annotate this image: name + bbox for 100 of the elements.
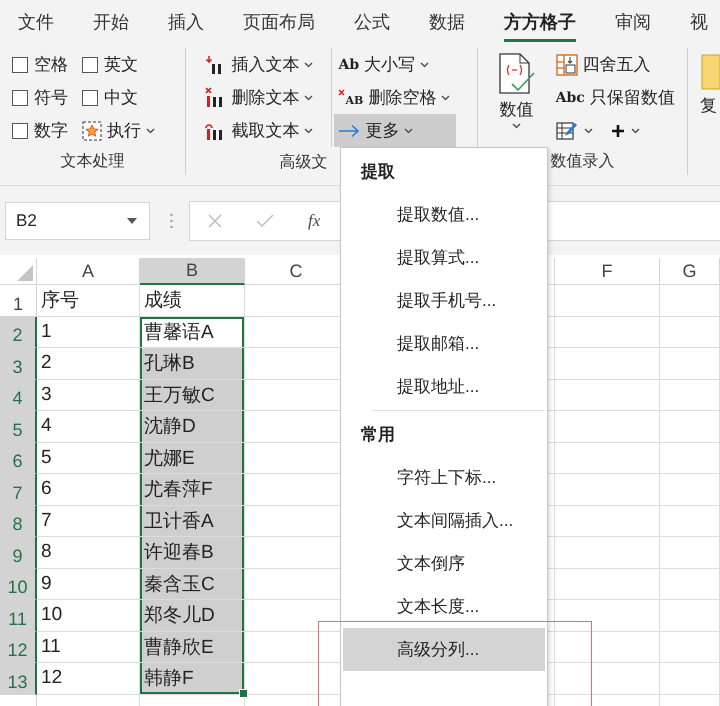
caret-icon <box>304 128 314 134</box>
row-header[interactable]: 1 <box>0 285 37 316</box>
table-cell[interactable]: 曹馨语A <box>140 316 245 348</box>
dropdown-button[interactable]: Ab 大小写 <box>334 48 456 81</box>
select-all-icon[interactable] <box>17 265 33 281</box>
column-header[interactable]: F <box>555 258 660 285</box>
name-box[interactable]: B2 <box>5 202 150 240</box>
dropdown-button[interactable] <box>610 124 640 138</box>
table-cell[interactable] <box>660 316 720 348</box>
table-cell[interactable] <box>660 348 720 380</box>
ribbon-button[interactable]: Abc 只保留数值 <box>552 81 681 114</box>
table-cell[interactable] <box>555 442 660 474</box>
table-cell[interactable]: 沈静D <box>140 411 245 442</box>
ribbon-button[interactable]: 四舍五入 <box>552 48 681 81</box>
table-cell[interactable] <box>555 568 660 600</box>
dropdown-button[interactable]: AB 删除空格 <box>334 81 456 114</box>
menu-item[interactable]: 高级分列... <box>343 628 545 671</box>
checkbox[interactable]: 中文 <box>82 81 155 114</box>
row-header[interactable]: 8 <box>0 506 37 537</box>
cancel-icon[interactable] <box>208 214 222 228</box>
ribbon-tab[interactable]: 公式 <box>354 0 390 42</box>
menu-item[interactable]: 字符上下标... <box>343 456 545 499</box>
menu-item[interactable]: 文本长度... <box>343 585 545 628</box>
menu-item[interactable]: 文本间隔插入... <box>343 499 545 542</box>
insert-function-button[interactable]: fx <box>308 210 320 230</box>
table-cell[interactable] <box>555 380 660 411</box>
row-header[interactable]: 9 <box>0 537 37 568</box>
column-header[interactable]: G <box>660 258 720 285</box>
checkbox[interactable]: 符号 <box>12 81 68 114</box>
table-cell[interactable]: 郑冬儿D <box>140 600 245 632</box>
ribbon-tab[interactable]: 插入 <box>168 0 204 42</box>
row-header[interactable]: 4 <box>0 380 37 411</box>
table-cell[interactable]: 秦含玉C <box>140 568 245 600</box>
table-cell[interactable] <box>660 442 720 474</box>
table-cell[interactable] <box>555 537 660 568</box>
table-cell[interactable] <box>555 600 660 632</box>
table-cell[interactable]: 尤春萍F <box>140 474 245 506</box>
table-cell[interactable] <box>660 506 720 537</box>
run-button[interactable]: 执行 <box>82 114 155 147</box>
table-cell[interactable]: 卫计香A <box>140 506 245 537</box>
table-cell[interactable] <box>660 537 720 568</box>
table-cell[interactable] <box>660 568 720 600</box>
menu-item[interactable]: 提取地址... <box>343 365 545 408</box>
table-cell[interactable] <box>660 411 720 442</box>
row-header[interactable]: 12 <box>0 632 37 663</box>
drag-handle-icon[interactable] <box>170 212 173 228</box>
checkbox[interactable]: 空格 <box>12 48 68 81</box>
table-cell[interactable] <box>660 663 720 694</box>
table-cell[interactable]: 许迎春B <box>140 537 245 568</box>
row-header[interactable]: 10 <box>0 568 37 600</box>
row-header[interactable]: 7 <box>0 474 37 506</box>
ribbon-tab[interactable]: 数据 <box>429 0 465 42</box>
table-cell[interactable] <box>660 474 720 506</box>
ribbon-tab[interactable]: 页面布局 <box>243 0 315 42</box>
table-cell[interactable] <box>555 663 660 694</box>
menu-item[interactable]: 文本倒序 <box>343 542 545 585</box>
table-cell[interactable] <box>660 285 720 316</box>
table-cell[interactable] <box>660 600 720 632</box>
dropdown-button[interactable]: 截取文本 <box>200 114 332 147</box>
table-cell[interactable]: 孔琳B <box>140 348 245 380</box>
ribbon-tab[interactable]: 开始 <box>93 0 129 42</box>
row-header[interactable]: 3 <box>0 348 37 380</box>
ribbon-tab[interactable]: 审阅 <box>615 0 651 42</box>
table-cell[interactable]: 王万敏C <box>140 380 245 411</box>
dropdown-button[interactable] <box>556 120 593 140</box>
check-icon[interactable] <box>256 214 274 228</box>
table-cell[interactable]: 曹静欣E <box>140 632 245 663</box>
column-header[interactable]: B <box>140 258 245 285</box>
table-cell[interactable] <box>660 632 720 663</box>
dropdown-button[interactable]: 插入文本 <box>200 48 332 81</box>
dropdown-button[interactable]: 删除文本 <box>200 81 332 114</box>
row-header[interactable]: 6 <box>0 442 37 474</box>
menu-section-title: 提取 <box>360 161 396 183</box>
checkbox[interactable]: 英文 <box>82 48 155 81</box>
ribbon-tab[interactable]: 视 <box>690 0 708 42</box>
group-label: 高级文 <box>279 152 328 172</box>
number-button[interactable]: 数值 <box>486 48 548 147</box>
row-header[interactable]: 11 <box>0 600 37 632</box>
checkbox[interactable]: 数字 <box>12 114 68 147</box>
column-header[interactable]: A <box>37 258 140 285</box>
fill-handle[interactable] <box>239 688 248 698</box>
table-cell[interactable] <box>555 506 660 537</box>
ribbon-button[interactable]: 复 <box>700 54 720 117</box>
table-cell[interactable] <box>555 285 660 316</box>
ribbon-tab[interactable]: 文件 <box>18 0 54 42</box>
table-cell[interactable]: 尤娜E <box>140 442 245 474</box>
row-header[interactable]: 13 <box>0 663 37 694</box>
table-cell[interactable] <box>555 316 660 348</box>
menu-item[interactable]: 提取邮箱... <box>343 322 545 365</box>
row-header[interactable]: 2 <box>0 316 37 348</box>
caret-icon <box>630 128 640 134</box>
table-cell[interactable] <box>660 380 720 411</box>
table-cell[interactable] <box>555 474 660 506</box>
row-header[interactable]: 5 <box>0 411 37 442</box>
table-cell[interactable]: 序号 <box>37 285 140 316</box>
table-cell[interactable] <box>555 348 660 380</box>
dropdown-button[interactable]: 更多 <box>334 114 456 147</box>
table-cell[interactable] <box>555 411 660 442</box>
table-cell[interactable] <box>555 632 660 663</box>
ribbon-tab[interactable]: 方方格子 <box>504 0 576 42</box>
